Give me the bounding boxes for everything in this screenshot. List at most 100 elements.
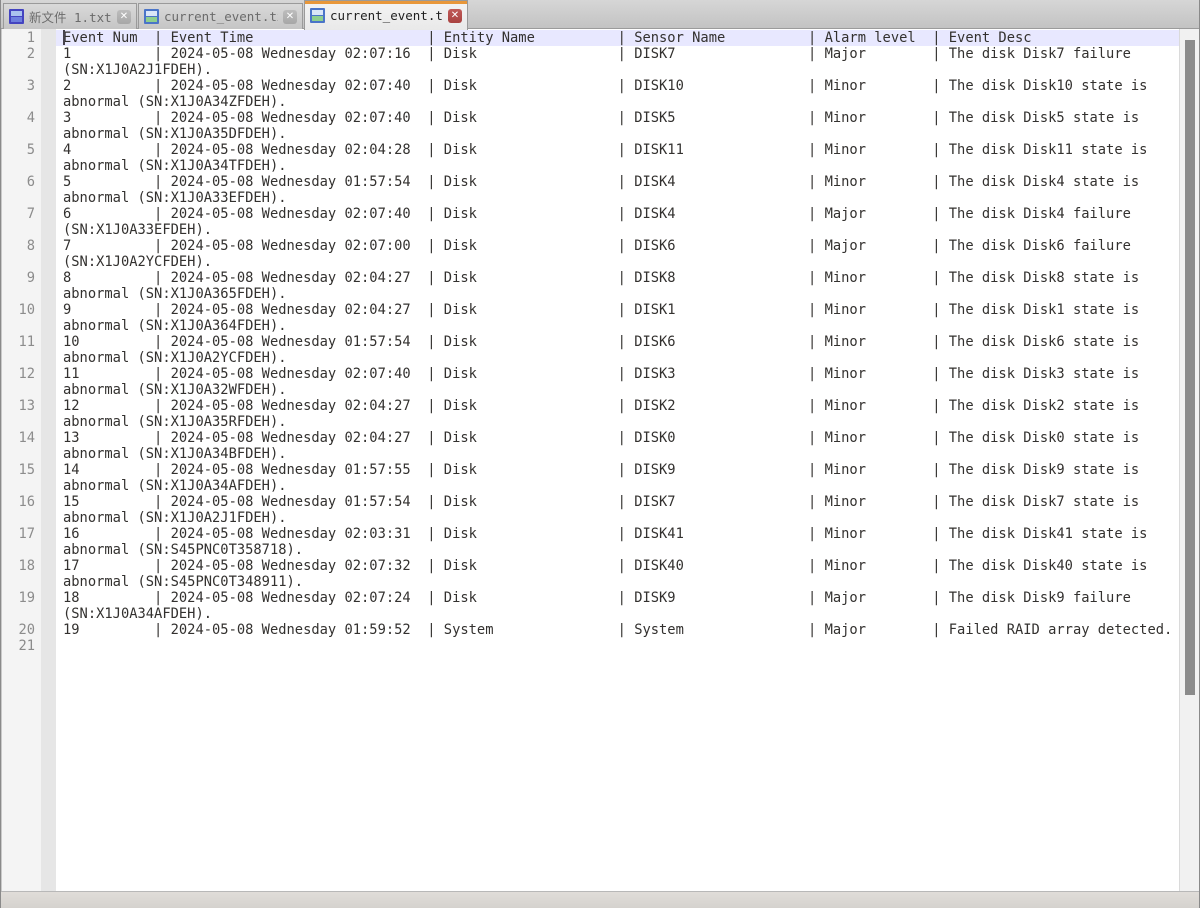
- line-number: 6: [2, 174, 41, 190]
- editor-line: 10 | 2024-05-08 Wednesday 01:57:54 | Dis…: [56, 334, 1179, 350]
- editor-line: (SN:X1J0A2YCFDEH).: [56, 254, 1179, 270]
- editor-line: 6 | 2024-05-08 Wednesday 02:07:40 | Disk…: [56, 206, 1179, 222]
- line-number: [2, 94, 41, 110]
- editor-line: abnormal (SN:X1J0A33EFDEH).: [56, 190, 1179, 206]
- editor-line: 7 | 2024-05-08 Wednesday 02:07:00 | Disk…: [56, 238, 1179, 254]
- editor-line: (SN:X1J0A2J1FDEH).: [56, 62, 1179, 78]
- editor-line: abnormal (SN:S45PNC0T348911).: [56, 574, 1179, 590]
- line-number: 12: [2, 366, 41, 382]
- editor-line: 1 | 2024-05-08 Wednesday 02:07:16 | Disk…: [56, 46, 1179, 62]
- editor-line: 17 | 2024-05-08 Wednesday 02:07:32 | Dis…: [56, 558, 1179, 574]
- editor-line: 4 | 2024-05-08 Wednesday 02:04:28 | Disk…: [56, 142, 1179, 158]
- line-number: [2, 318, 41, 334]
- editor-line: 16 | 2024-05-08 Wednesday 02:03:31 | Dis…: [56, 526, 1179, 542]
- line-number: 2: [2, 46, 41, 62]
- tab-current-event-2-active[interactable]: current_event.txt ✕: [304, 0, 468, 30]
- file-saved-icon: [310, 8, 325, 23]
- tab-title: 新文件 1.txt: [29, 7, 112, 26]
- file-saved-icon: [144, 9, 159, 24]
- editor-area[interactable]: 123456789101112131415161718192021 Event …: [1, 29, 1199, 891]
- line-number: 4: [2, 110, 41, 126]
- line-number: 11: [2, 334, 41, 350]
- tab-new-file[interactable]: 新文件 1.txt ✕: [3, 3, 137, 29]
- line-number-gutter[interactable]: 123456789101112131415161718192021: [1, 29, 41, 891]
- line-number: [2, 254, 41, 270]
- editor-line: [56, 638, 1179, 654]
- editor-line: abnormal (SN:X1J0A34TFDEH).: [56, 158, 1179, 174]
- scrollbar-thumb[interactable]: [1185, 40, 1195, 695]
- tab-title: current_event.txt: [330, 8, 443, 23]
- editor-line: (SN:X1J0A34AFDEH).: [56, 606, 1179, 622]
- line-number: [2, 510, 41, 526]
- line-number: [2, 446, 41, 462]
- editor-line: 9 | 2024-05-08 Wednesday 02:04:27 | Disk…: [56, 302, 1179, 318]
- line-number: 1: [2, 30, 41, 46]
- editor-line: abnormal (SN:X1J0A2YCFDEH).: [56, 350, 1179, 366]
- editor-line: 5 | 2024-05-08 Wednesday 01:57:54 | Disk…: [56, 174, 1179, 190]
- line-number: [2, 222, 41, 238]
- close-icon[interactable]: ✕: [448, 9, 462, 23]
- line-number: 20: [2, 622, 41, 638]
- editor-line: (SN:X1J0A33EFDEH).: [56, 222, 1179, 238]
- file-saved-icon: [9, 9, 24, 24]
- editor-line: abnormal (SN:X1J0A35RFDEH).: [56, 414, 1179, 430]
- line-number: 19: [2, 590, 41, 606]
- editor-line: 12 | 2024-05-08 Wednesday 02:04:27 | Dis…: [56, 398, 1179, 414]
- line-number: [2, 286, 41, 302]
- line-number: 17: [2, 526, 41, 542]
- line-number: 10: [2, 302, 41, 318]
- text-editor-window: 新文件 1.txt ✕ current_event.txt ✕ current_…: [0, 0, 1200, 908]
- line-number: [2, 126, 41, 142]
- editor-line: abnormal (SN:X1J0A365FDEH).: [56, 286, 1179, 302]
- line-number: 8: [2, 238, 41, 254]
- editor-line: 18 | 2024-05-08 Wednesday 02:07:24 | Dis…: [56, 590, 1179, 606]
- editor-line: 8 | 2024-05-08 Wednesday 02:04:27 | Disk…: [56, 270, 1179, 286]
- editor-line: abnormal (SN:S45PNC0T358718).: [56, 542, 1179, 558]
- line-number: 18: [2, 558, 41, 574]
- editor-line: abnormal (SN:X1J0A364FDEH).: [56, 318, 1179, 334]
- editor-line: 13 | 2024-05-08 Wednesday 02:04:27 | Dis…: [56, 430, 1179, 446]
- line-number: 5: [2, 142, 41, 158]
- vertical-scrollbar[interactable]: [1179, 29, 1199, 891]
- editor-line: 11 | 2024-05-08 Wednesday 02:07:40 | Dis…: [56, 366, 1179, 382]
- editor-line: 14 | 2024-05-08 Wednesday 01:57:55 | Dis…: [56, 462, 1179, 478]
- close-icon[interactable]: ✕: [283, 10, 297, 24]
- line-number: [2, 350, 41, 366]
- tab-title: current_event.txt: [164, 9, 278, 24]
- editor-line: abnormal (SN:X1J0A34BFDEH).: [56, 446, 1179, 462]
- line-number: 15: [2, 462, 41, 478]
- editor-line: 2 | 2024-05-08 Wednesday 02:07:40 | Disk…: [56, 78, 1179, 94]
- line-number: [2, 606, 41, 622]
- editor-line: 15 | 2024-05-08 Wednesday 01:57:54 | Dis…: [56, 494, 1179, 510]
- line-number: [2, 478, 41, 494]
- line-number: [2, 62, 41, 78]
- line-number: [2, 414, 41, 430]
- line-number: 16: [2, 494, 41, 510]
- line-number: [2, 382, 41, 398]
- line-number: 9: [2, 270, 41, 286]
- editor-line: abnormal (SN:X1J0A34AFDEH).: [56, 478, 1179, 494]
- line-number: 14: [2, 430, 41, 446]
- header-line: Event Num | Event Time | Entity Name | S…: [56, 30, 1179, 46]
- active-tab-accent: [305, 1, 467, 4]
- tab-current-event-1[interactable]: current_event.txt ✕: [138, 3, 303, 29]
- line-number: [2, 574, 41, 590]
- line-number: 13: [2, 398, 41, 414]
- editor-line: abnormal (SN:X1J0A32WFDEH).: [56, 382, 1179, 398]
- editor-line: abnormal (SN:X1J0A2J1FDEH).: [56, 510, 1179, 526]
- line-number: 7: [2, 206, 41, 222]
- editor-line: abnormal (SN:X1J0A35DFDEH).: [56, 126, 1179, 142]
- text-content: Event Num | Event Time | Entity Name | S…: [56, 30, 1179, 654]
- text-caret: [63, 30, 65, 45]
- line-number: [2, 190, 41, 206]
- horizontal-scrollbar[interactable]: [1, 891, 1199, 908]
- editor-line: abnormal (SN:X1J0A34ZFDEH).: [56, 94, 1179, 110]
- line-number: [2, 158, 41, 174]
- line-number: 3: [2, 78, 41, 94]
- tab-bar: 新文件 1.txt ✕ current_event.txt ✕ current_…: [1, 0, 1199, 29]
- editor-line: 19 | 2024-05-08 Wednesday 01:59:52 | Sys…: [56, 622, 1179, 638]
- bookmark-margin[interactable]: [41, 29, 56, 891]
- close-icon[interactable]: ✕: [117, 10, 131, 24]
- line-number: [2, 542, 41, 558]
- editor-line: 3 | 2024-05-08 Wednesday 02:07:40 | Disk…: [56, 110, 1179, 126]
